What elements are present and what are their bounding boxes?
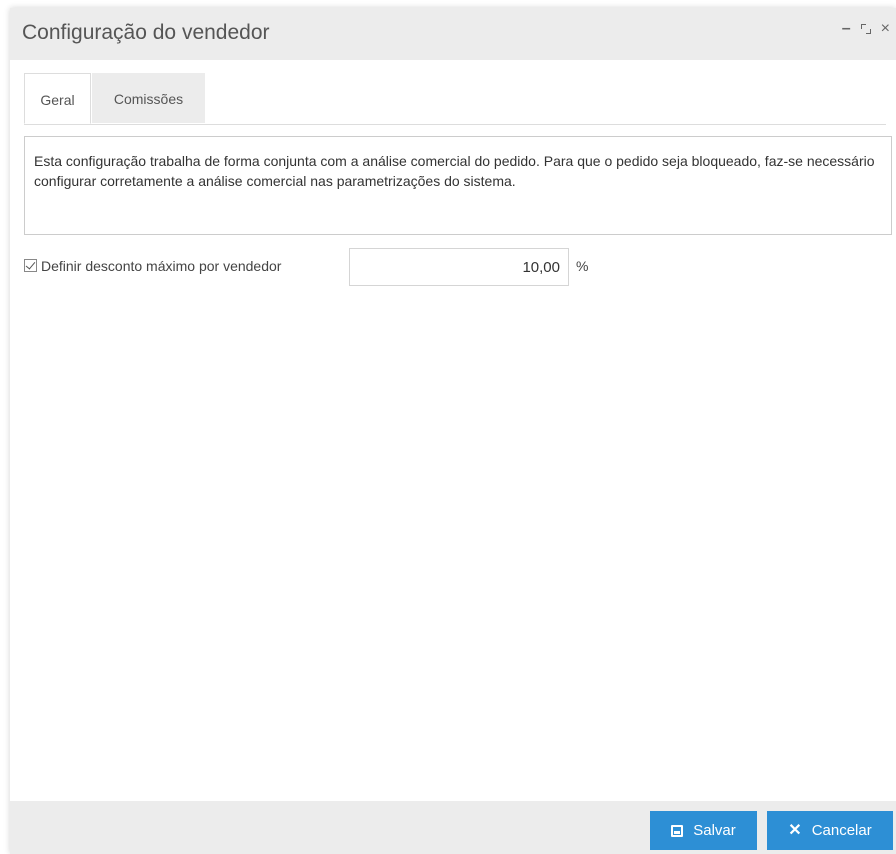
dialog-footer: Salvar ✕ Cancelar: [10, 801, 896, 854]
percent-unit: %: [576, 258, 589, 274]
max-discount-row: Definir desconto máximo por vendedor %: [24, 248, 624, 286]
window-controls: – ×: [842, 21, 890, 37]
info-message: Esta configuração trabalha de forma conj…: [24, 136, 892, 235]
title-bar[interactable]: Configuração do vendedor – ×: [10, 8, 896, 60]
cancel-button-label: Cancelar: [811, 822, 872, 839]
minimize-icon[interactable]: –: [842, 21, 851, 37]
close-icon[interactable]: ×: [881, 21, 890, 37]
save-button[interactable]: Salvar: [650, 811, 757, 850]
maximize-icon[interactable]: [860, 24, 871, 34]
cancel-button[interactable]: ✕ Cancelar: [767, 811, 893, 850]
save-button-label: Salvar: [693, 822, 736, 839]
max-discount-checkbox[interactable]: [24, 259, 37, 272]
max-discount-input[interactable]: [349, 248, 569, 286]
dialog-title: Configuração do vendedor: [22, 21, 270, 44]
vendor-config-dialog: Configuração do vendedor – × Geral Comis…: [10, 8, 896, 854]
max-discount-label[interactable]: Definir desconto máximo por vendedor: [41, 258, 281, 274]
floppy-disk-icon: [671, 824, 684, 837]
tab-bar: Geral Comissões: [24, 73, 886, 125]
tab-geral[interactable]: Geral: [24, 73, 91, 124]
close-icon: ✕: [788, 821, 802, 839]
tab-comissoes[interactable]: Comissões: [92, 73, 205, 123]
page: Configuração do vendedor – × Geral Comis…: [0, 0, 896, 854]
